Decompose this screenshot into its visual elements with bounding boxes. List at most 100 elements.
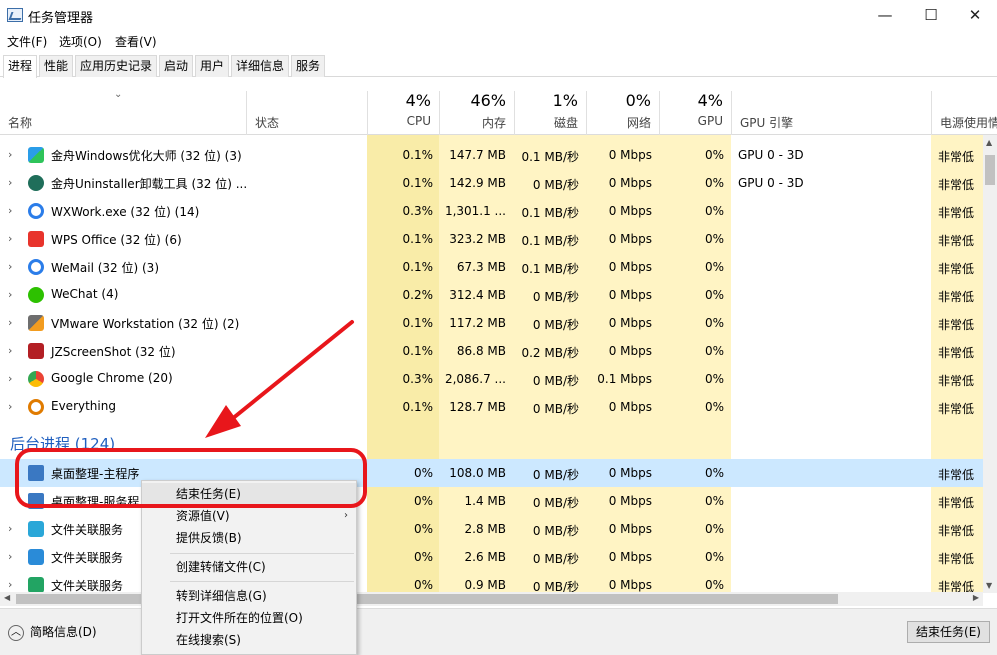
tab-processes[interactable]: 进程 <box>3 55 38 78</box>
menu-separator <box>170 553 354 554</box>
close-button[interactable]: ✕ <box>952 0 997 30</box>
app-icon <box>28 175 44 191</box>
expand-chevron-icon[interactable]: › <box>8 344 12 357</box>
expand-chevron-icon[interactable]: › <box>8 288 12 301</box>
expand-chevron-icon[interactable]: › <box>8 316 12 329</box>
col-cpu[interactable]: 4% CPU <box>367 91 439 135</box>
menu-search-online[interactable]: 在线搜索(S) <box>142 629 356 651</box>
menu-resource-values[interactable]: 资源值(V) › <box>142 505 356 527</box>
scroll-right-icon[interactable]: ▶ <box>973 593 979 602</box>
scroll-left-icon[interactable]: ◀ <box>4 593 10 602</box>
col-status[interactable]: 状态 <box>246 91 367 135</box>
process-name: 金舟Windows优化大师 (32 位) (3) <box>51 149 242 163</box>
task-manager-icon <box>7 8 23 22</box>
fewer-details-link[interactable]: ︿ 简略信息(D) <box>8 623 97 641</box>
end-task-button[interactable]: 结束任务(E) <box>907 621 990 643</box>
minimize-button[interactable]: — <box>862 0 908 30</box>
tab-startup[interactable]: 启动 <box>159 55 194 77</box>
table-row[interactable]: › WPS Office (32 位) (6) 0.1% 323.2 MB 0.… <box>0 225 983 253</box>
power-value: 非常低 <box>938 206 975 220</box>
mem-value: 108.0 MB <box>449 466 506 480</box>
net-value: 0 Mbps <box>608 578 652 592</box>
tab-performance[interactable]: 性能 <box>39 55 74 77</box>
vertical-scroll-thumb[interactable] <box>985 155 995 185</box>
expand-chevron-icon[interactable]: › <box>8 400 12 413</box>
cpu-value: 0.1% <box>402 344 434 358</box>
col-power[interactable]: 电源使用情 <box>931 91 997 135</box>
expand-chevron-icon[interactable]: › <box>8 148 12 161</box>
chevron-up-icon: ︿ <box>8 624 24 641</box>
tab-services[interactable]: 服务 <box>291 55 326 77</box>
table-row[interactable]: › 金舟Uninstaller卸载工具 (32 位) ... 0.1% 142.… <box>0 169 983 197</box>
chrome-icon <box>28 371 44 387</box>
app-icon <box>28 521 44 537</box>
expand-chevron-icon[interactable]: › <box>8 204 12 217</box>
maximize-button[interactable]: ☐ <box>908 0 954 30</box>
search-icon <box>28 399 44 415</box>
tab-details[interactable]: 详细信息 <box>231 55 290 77</box>
col-mem-label: 内存 <box>481 116 506 130</box>
table-row[interactable]: › Everything 0.1% 128.7 MB 0 MB/秒 0 Mbps… <box>0 393 983 421</box>
menu-feedback[interactable]: 提供反馈(B) <box>142 527 356 549</box>
context-menu: 结束任务(E) 资源值(V) › 提供反馈(B) 创建转储文件(C) 转到详细信… <box>141 480 357 655</box>
menu-file[interactable]: 文件(F) <box>7 33 47 50</box>
col-mem[interactable]: 46% 内存 <box>439 91 514 135</box>
disk-value: 0 MB/秒 <box>532 580 579 592</box>
menu-view[interactable]: 查看(V) <box>115 33 157 50</box>
gpu-value: 0% <box>704 400 724 414</box>
expand-chevron-icon[interactable]: › <box>8 550 12 563</box>
mem-value: 0.9 MB <box>464 578 506 592</box>
table-row[interactable]: › WeMail (32 位) (3) 0.1% 67.3 MB 0.1 MB/… <box>0 253 983 281</box>
table-row[interactable]: › VMware Workstation (32 位) (2) 0.1% 117… <box>0 309 983 337</box>
mem-value: 2.6 MB <box>464 550 506 564</box>
vertical-scrollbar[interactable]: ▲ ▼ <box>983 135 997 593</box>
expand-chevron-icon[interactable]: › <box>8 260 12 273</box>
expand-chevron-icon[interactable]: › <box>8 232 12 245</box>
app-icon <box>28 549 44 565</box>
mem-value: 67.3 MB <box>456 260 506 274</box>
tab-app-history[interactable]: 应用历史记录 <box>75 55 158 77</box>
background-processes-group[interactable]: 后台进程 (124) <box>10 433 115 454</box>
col-gpu-engine[interactable]: GPU 引擎 <box>731 91 931 135</box>
disk-value: 0 MB/秒 <box>532 178 579 192</box>
col-gpu[interactable]: 4% GPU <box>659 91 731 135</box>
expand-chevron-icon[interactable]: › <box>8 522 12 535</box>
power-value: 非常低 <box>938 374 975 388</box>
monitor-icon <box>28 493 44 509</box>
cpu-value: 0.3% <box>402 372 434 386</box>
horizontal-scroll-thumb[interactable] <box>16 594 838 604</box>
power-value: 非常低 <box>938 346 975 360</box>
menu-create-dump[interactable]: 创建转储文件(C) <box>142 556 356 578</box>
process-name: WXWork.exe (32 位) (14) <box>51 205 200 219</box>
power-value: 非常低 <box>938 580 975 592</box>
table-row[interactable]: › WXWork.exe (32 位) (14) 0.3% 1,301.1 ..… <box>0 197 983 225</box>
col-disk[interactable]: 1% 磁盘 <box>514 91 586 135</box>
mem-value: 2,086.7 ... <box>444 372 506 386</box>
menu-options[interactable]: 选项(O) <box>59 33 102 50</box>
disk-value: 0 MB/秒 <box>532 552 579 566</box>
table-row[interactable]: › WeChat (4) 0.2% 312.4 MB 0 MB/秒 0 Mbps… <box>0 281 983 309</box>
app-icon <box>28 577 44 592</box>
scroll-up-icon[interactable]: ▲ <box>986 138 992 147</box>
menu-open-file-location[interactable]: 打开文件所在的位置(O) <box>142 607 356 629</box>
col-name[interactable]: 名称 <box>0 91 246 135</box>
gpu-value: 0% <box>704 372 724 386</box>
table-row[interactable]: › 金舟Windows优化大师 (32 位) (3) 0.1% 147.7 MB… <box>0 141 983 169</box>
expand-chevron-icon[interactable]: › <box>8 176 12 189</box>
col-gpu-label: GPU <box>697 114 723 128</box>
table-row[interactable]: › Google Chrome (20) 0.3% 2,086.7 ... 0 … <box>0 365 983 393</box>
table-row[interactable]: › JZScreenShot (32 位) 0.1% 86.8 MB 0.2 M… <box>0 337 983 365</box>
expand-chevron-icon[interactable]: › <box>8 578 12 591</box>
process-name: Google Chrome (20) <box>51 371 173 385</box>
expand-chevron-icon[interactable]: › <box>8 372 12 385</box>
tab-users[interactable]: 用户 <box>195 55 230 77</box>
gpu-value: 0% <box>704 578 724 592</box>
menu-resource-values-label: 资源值(V) <box>176 509 230 523</box>
col-power-label: 电源使用情 <box>940 116 997 130</box>
scroll-down-icon[interactable]: ▼ <box>986 581 992 590</box>
menu-go-to-details[interactable]: 转到详细信息(G) <box>142 585 356 607</box>
col-net[interactable]: 0% 网络 <box>586 91 659 135</box>
menu-end-task[interactable]: 结束任务(E) <box>142 483 356 505</box>
power-value: 非常低 <box>938 468 975 482</box>
disk-value: 0 MB/秒 <box>532 468 579 482</box>
